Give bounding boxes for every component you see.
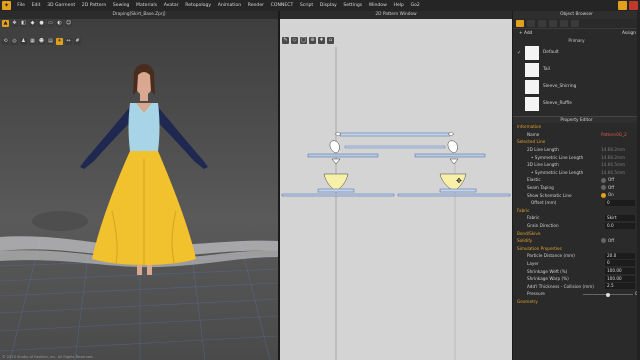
menu-avatar[interactable]: Avatar [160, 3, 182, 8]
fabric-list: ✓ Default Tail Sleeve_Shirring Sleeve_Ru… [513, 44, 640, 116]
seam-taping-row: Seam Taping Off [527, 184, 615, 191]
line-length-row: • Symmetric Line Length 14.66.2mm [531, 154, 626, 160]
app-logo: ✦ [2, 1, 11, 10]
line-length-row: 3D Line Length 14.66.5mm [527, 162, 626, 168]
user-icon[interactable] [629, 1, 638, 10]
offset-row: Offset (mm) 0 [513, 199, 640, 207]
solidify-toggle[interactable] [601, 238, 606, 244]
menu-retopology[interactable]: Retopology [182, 3, 214, 8]
shrinkage-warp-row: Shrinkage Warp (%) 100.00 [513, 275, 640, 283]
fabric-row: Fabric Skirt [513, 214, 640, 222]
3d-garment-window[interactable]: Draping[Skirt_Base.Zprj] ▲ ✥ ◧ ◆ ● ▭ ◐ ☺… [0, 11, 278, 360]
move-cursor-icon: ✥ [456, 177, 462, 185]
fabric-select[interactable]: Skirt [605, 214, 635, 221]
avatar-shadow [32, 211, 88, 231]
list-item[interactable]: Sleeve_Shirring [517, 78, 637, 95]
menu-go2[interactable]: Go2 [407, 3, 423, 8]
fabric-name: Tail [543, 67, 550, 72]
add-button[interactable]: + Add [519, 31, 532, 36]
elastic-toggle[interactable] [601, 177, 606, 183]
seam-taping-toggle[interactable] [601, 185, 606, 191]
thickness-row: Add'l Thickness - Collision (mm) 2.5 [513, 282, 640, 290]
section-simulation[interactable]: Simulation Properties [513, 245, 640, 253]
menu-materials[interactable]: Materials [133, 3, 161, 8]
fabric-tab-icon[interactable] [516, 20, 524, 27]
menu-render[interactable]: Render [244, 3, 267, 8]
section-fabric[interactable]: Fabric [513, 207, 640, 215]
fabric-swatch [525, 62, 539, 77]
shrinkage-weft-row: Shrinkage Weft (%) 100.00 [513, 267, 640, 275]
menu-animation[interactable]: Animation [214, 3, 244, 8]
puckering-tab-icon[interactable] [560, 20, 568, 27]
property-editor-title: Property Editor [513, 116, 640, 123]
menu-help[interactable]: Help [390, 3, 407, 8]
notification-icon[interactable] [618, 1, 627, 10]
property-editor: Information Name Pattern0G_2 Selected Li… [513, 123, 640, 305]
name-row: Name Pattern0G_2 [513, 131, 640, 139]
menu-2d-pattern[interactable]: 2D Pattern [79, 3, 110, 8]
menu-edit[interactable]: Edit [28, 3, 44, 8]
name-label: Name [527, 131, 540, 137]
menu-sewing[interactable]: Sewing [110, 3, 133, 8]
fabric-swatch [525, 45, 539, 60]
name-value[interactable]: Pattern0G_2 [601, 132, 627, 137]
elastic-row: Elastic Off [527, 177, 615, 183]
button-tab-icon[interactable] [527, 20, 535, 27]
topstitch-tab-icon[interactable] [549, 20, 557, 27]
fabric-swatch [525, 96, 539, 111]
copyright-status: © 2023 Studio of Fashion, inc. All Right… [2, 355, 94, 359]
fabric-name: Sleeve_Ruffle [543, 101, 572, 106]
shrinkage-weft-field[interactable]: 100.00 [605, 268, 635, 275]
pattern-piece-hem[interactable] [281, 193, 511, 197]
menu-settings[interactable]: Settings [340, 3, 365, 8]
thickness-field[interactable]: 2.5 [605, 283, 635, 290]
object-browser-title: Object Browser [513, 11, 640, 19]
pressure-slider[interactable] [583, 292, 633, 297]
solidify-row: Solidify Off [517, 237, 615, 244]
right-panel: Object Browser + Add Assign Primary ✓ De… [513, 11, 640, 360]
fabric-name: Default [543, 50, 559, 55]
2d-pattern-window[interactable]: 2D Pattern Window ✎ ◇ ◯ ⊕ ♦ ⌂ ✥ [280, 11, 512, 360]
section-geometry[interactable]: Geometry [513, 298, 640, 306]
list-item[interactable]: Tail [517, 61, 637, 78]
shrinkage-warp-field[interactable]: 100.00 [605, 275, 635, 282]
pattern-piece-waistband[interactable] [307, 153, 486, 165]
3d-viewport[interactable] [0, 11, 278, 360]
section-bond[interactable]: Bond/Skive [513, 229, 640, 237]
fabric-swatch [525, 79, 539, 94]
menu-window[interactable]: Window [365, 3, 390, 8]
section-information[interactable]: Information [513, 123, 640, 131]
section-selected-line[interactable]: Selected Line [513, 138, 640, 146]
fabric-name: Sleeve_Shirring [543, 84, 577, 89]
pressure-row: Pressure 0 [513, 290, 640, 298]
menu-connect[interactable]: CONNECT [267, 3, 296, 8]
schematic-row: Show Schematic Line On [527, 192, 614, 198]
menu-script[interactable]: Script [297, 3, 317, 8]
menu-bar: ✦ File Edit 3D Garment 2D Pattern Sewing… [0, 0, 640, 11]
layer-row: Layer 0 [513, 260, 640, 268]
grain-row: Grain Direction 0.0 [513, 222, 640, 230]
layer-field[interactable]: 0 [605, 260, 635, 267]
offset-field[interactable]: 0 [605, 199, 635, 206]
particle-distance-field[interactable]: 20.0 [605, 252, 635, 259]
avatar-model[interactable] [80, 64, 208, 275]
line-length-row: • Symmetric Line Length 14.66.5mm [531, 169, 626, 175]
pattern-piece-skirt-front[interactable] [317, 173, 355, 193]
graphic-tab-icon[interactable] [538, 20, 546, 27]
pattern-piece-top[interactable] [329, 131, 458, 154]
line-length-row: 2D Line Length 14.66.2mm [527, 147, 626, 153]
menu-3d-garment[interactable]: 3D Garment [44, 3, 79, 8]
list-item[interactable]: ✓ Default [517, 44, 637, 61]
pattern-canvas[interactable]: ✥ [280, 11, 512, 360]
menu-display[interactable]: Display [317, 3, 341, 8]
object-browser-tabs [513, 19, 640, 29]
menu-file[interactable]: File [14, 3, 28, 8]
particle-distance-row: Particle Distance (mm) 20.0 [513, 252, 640, 260]
checkmark-icon: ✓ [517, 49, 522, 56]
avatar-tab-icon[interactable] [571, 20, 579, 27]
schematic-toggle[interactable] [601, 192, 606, 198]
object-browser-actions: + Add Assign [513, 29, 640, 38]
grain-field[interactable]: 0.0 [605, 222, 635, 229]
list-item[interactable]: Sleeve_Ruffle [517, 95, 637, 112]
